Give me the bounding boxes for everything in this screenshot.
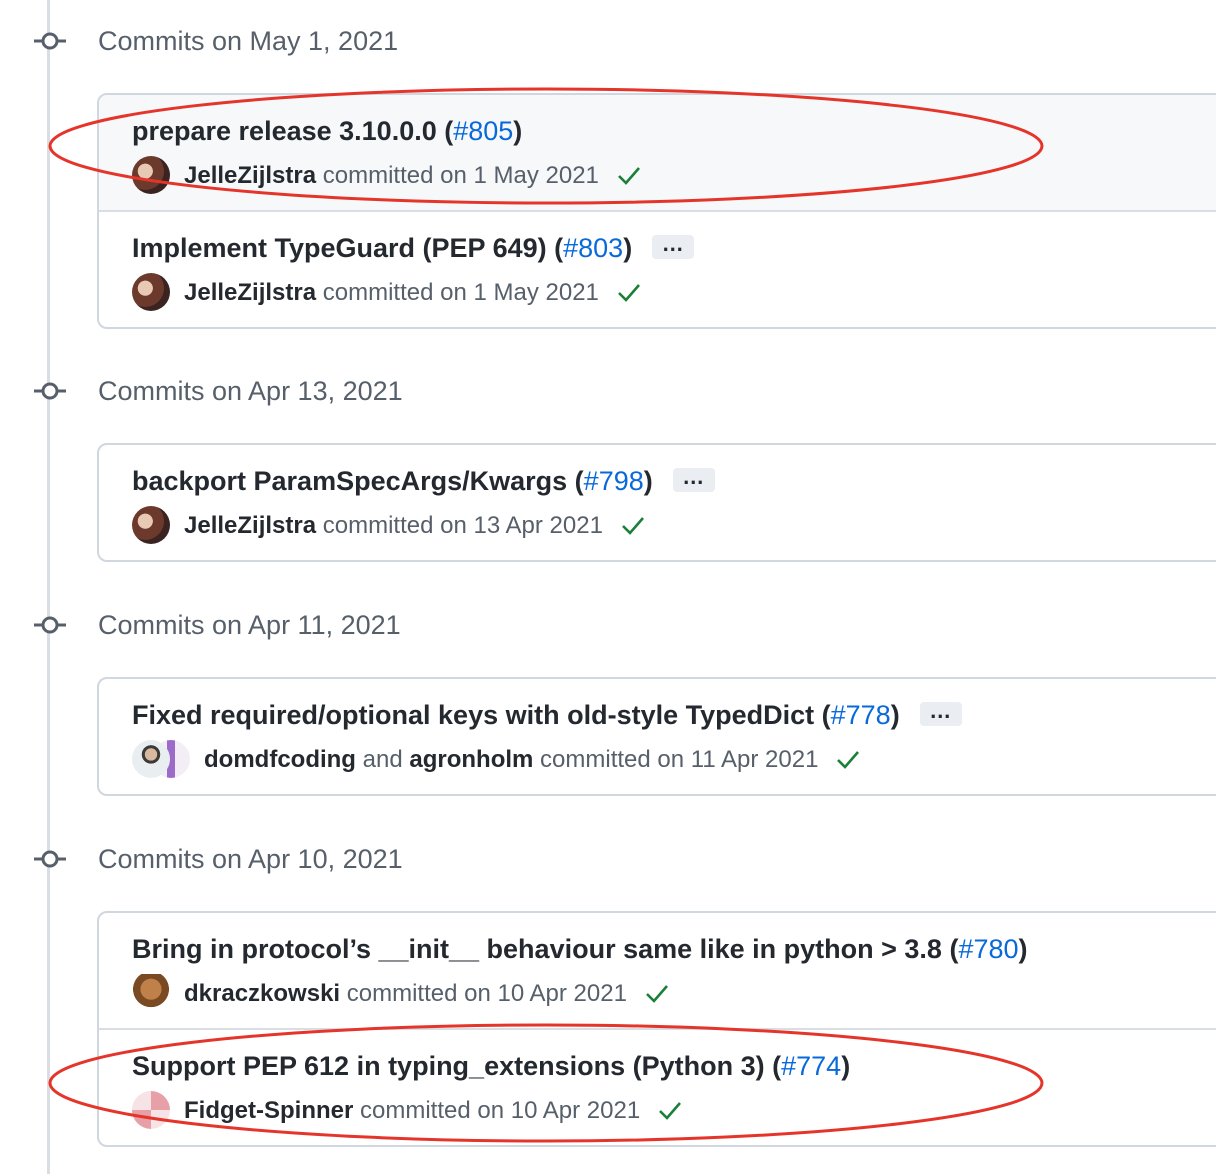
commit-date: committed on 1 May 2021 <box>322 162 599 189</box>
commit-author-link[interactable]: Fidget-Spinner <box>184 1097 353 1124</box>
commit-author-joiner: and <box>362 746 403 773</box>
pull-request-link[interactable]: #803 <box>563 233 623 263</box>
commit-date: committed on 10 Apr 2021 <box>346 980 627 1007</box>
check-icon[interactable] <box>616 164 642 186</box>
commit-meta: dkraczkowski committed on 10 Apr 2021 <box>132 973 670 1014</box>
commit-meta: domdfcoding and agronholm committed on 1… <box>132 739 861 780</box>
commit-meta: JelleZijlstra committed on 1 May 2021 <box>132 272 642 313</box>
avatar[interactable] <box>132 155 170 194</box>
commit-author-link[interactable]: JelleZijlstra <box>184 512 316 539</box>
commit-meta: JelleZijlstra committed on 13 Apr 2021 <box>132 505 646 546</box>
commit-date: committed on 13 Apr 2021 <box>322 512 603 539</box>
commit-author-link[interactable]: domdfcoding <box>204 746 356 773</box>
commit-node-icon <box>34 32 66 50</box>
commit-message[interactable]: prepare release 3.10.0.0 (#805) <box>132 111 522 151</box>
check-icon[interactable] <box>657 1099 683 1121</box>
commit-author-link[interactable]: JelleZijlstra <box>184 162 316 189</box>
commit-list-box: Bring in protocol’s __init__ behaviour s… <box>97 911 1216 1147</box>
avatar-stack <box>132 739 190 778</box>
commit-message[interactable]: Fixed required/optional keys with old-st… <box>132 695 962 735</box>
avatar[interactable] <box>132 272 170 311</box>
commit-node-icon <box>34 382 66 400</box>
expand-message-button[interactable]: … <box>919 698 962 726</box>
commit-group-header: Commits on Apr 11, 2021 <box>0 605 1216 645</box>
commit-group-title: Commits on May 1, 2021 <box>98 26 399 56</box>
commit-group-title: Commits on Apr 10, 2021 <box>98 844 403 874</box>
check-icon[interactable] <box>835 748 861 770</box>
commit-message[interactable]: Bring in protocol’s __init__ behaviour s… <box>132 929 1028 969</box>
commit-node-icon <box>34 850 66 868</box>
commit-node-icon <box>34 616 66 634</box>
avatar[interactable] <box>132 973 170 1012</box>
commit-group-header: Commits on Apr 10, 2021 <box>0 839 1216 879</box>
check-icon[interactable] <box>644 982 670 1004</box>
avatar[interactable] <box>132 505 170 544</box>
commit-group-header: Commits on Apr 13, 2021 <box>0 371 1216 411</box>
commit-row: Support PEP 612 in typing_extensions (Py… <box>99 1028 1216 1145</box>
pull-request-link[interactable]: #774 <box>781 1051 841 1081</box>
expand-message-button[interactable]: … <box>672 464 715 492</box>
commit-meta: Fidget-Spinner committed on 10 Apr 2021 <box>132 1090 683 1131</box>
timeline-line <box>47 0 50 1174</box>
expand-message-button[interactable]: … <box>652 231 695 259</box>
commit-list-box: Fixed required/optional keys with old-st… <box>97 677 1216 796</box>
commit-group-header: Commits on May 1, 2021 <box>0 21 1216 61</box>
pull-request-link[interactable]: #805 <box>453 116 513 146</box>
commit-row: backport ParamSpecArgs/Kwargs (#798)… Je… <box>99 445 1216 560</box>
check-icon[interactable] <box>616 281 642 303</box>
pull-request-link[interactable]: #780 <box>958 934 1018 964</box>
commit-date: committed on 11 Apr 2021 <box>540 746 819 773</box>
pull-request-link[interactable]: #778 <box>831 700 891 730</box>
commit-row: Fixed required/optional keys with old-st… <box>99 679 1216 794</box>
commit-message[interactable]: Support PEP 612 in typing_extensions (Py… <box>132 1046 850 1086</box>
commit-row: Implement TypeGuard (PEP 649) (#803)… Je… <box>99 210 1216 327</box>
commit-row: prepare release 3.10.0.0 (#805) JelleZij… <box>99 95 1216 210</box>
commit-message[interactable]: backport ParamSpecArgs/Kwargs (#798)… <box>132 461 715 501</box>
commit-date: committed on 10 Apr 2021 <box>360 1097 641 1124</box>
commit-row: Bring in protocol’s __init__ behaviour s… <box>99 913 1216 1028</box>
commit-author-link[interactable]: dkraczkowski <box>184 980 340 1007</box>
commit-list-box: backport ParamSpecArgs/Kwargs (#798)… Je… <box>97 443 1216 562</box>
commit-group-title: Commits on Apr 13, 2021 <box>98 376 403 406</box>
pull-request-link[interactable]: #798 <box>584 466 644 496</box>
commit-message[interactable]: Implement TypeGuard (PEP 649) (#803)… <box>132 228 695 268</box>
commit-group-title: Commits on Apr 11, 2021 <box>98 610 401 640</box>
commit-list-box: prepare release 3.10.0.0 (#805) JelleZij… <box>97 93 1216 329</box>
avatar[interactable] <box>132 1090 170 1129</box>
check-icon[interactable] <box>620 514 646 536</box>
commit-date: committed on 1 May 2021 <box>322 279 599 306</box>
commit-coauthor-link[interactable]: agronholm <box>409 746 533 773</box>
avatar[interactable] <box>132 739 170 778</box>
commit-meta: JelleZijlstra committed on 1 May 2021 <box>132 155 642 196</box>
commit-author-link[interactable]: JelleZijlstra <box>184 279 316 306</box>
